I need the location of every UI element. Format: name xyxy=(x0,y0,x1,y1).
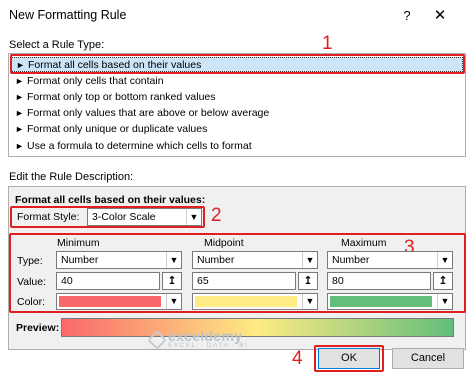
minimum-color-swatch xyxy=(59,296,161,307)
minimum-range-select-icon[interactable]: ↥ xyxy=(162,272,182,290)
column-header-maximum: Maximum xyxy=(341,237,387,249)
midpoint-color-picker[interactable]: ▼ xyxy=(192,293,318,310)
help-button[interactable]: ? xyxy=(398,6,416,26)
chevron-down-icon: ▼ xyxy=(437,294,452,309)
annotation-box-4 xyxy=(314,345,384,372)
minimum-type-select[interactable]: Number ▼ xyxy=(56,251,182,269)
annotation-number-1: 1 xyxy=(322,33,333,54)
maximum-color-picker[interactable]: ▼ xyxy=(327,293,453,310)
column-header-midpoint: Midpoint xyxy=(204,237,244,249)
value-row-label: Value: xyxy=(17,276,46,288)
chevron-down-icon: ▼ xyxy=(166,252,181,268)
chevron-down-icon: ▼ xyxy=(302,294,317,309)
type-row-label: Type: xyxy=(17,255,43,267)
annotation-number-4: 4 xyxy=(292,348,303,369)
watermark: exceldemy EXCEL · DATA · BI xyxy=(168,328,248,349)
dialog-title: New Formatting Rule xyxy=(9,8,127,22)
rule-description-label: Edit the Rule Description: xyxy=(9,171,134,183)
rule-item-unique-duplicate[interactable]: ► Format only unique or duplicate values xyxy=(15,122,207,137)
close-button[interactable]: ✕ xyxy=(430,6,450,26)
cancel-button[interactable]: Cancel xyxy=(392,348,464,369)
arrow-right-icon: ► xyxy=(15,92,24,102)
annotation-number-2: 2 xyxy=(211,205,222,226)
maximum-color-swatch xyxy=(330,296,432,307)
rule-item-top-bottom[interactable]: ► Format only top or bottom ranked values xyxy=(15,90,216,105)
chevron-down-icon: ▼ xyxy=(302,252,317,268)
arrow-right-icon: ► xyxy=(15,124,24,134)
midpoint-color-swatch xyxy=(195,296,297,307)
midpoint-range-select-icon[interactable]: ↥ xyxy=(298,272,318,290)
preview-gradient xyxy=(61,318,454,337)
midpoint-value-input[interactable]: 65 xyxy=(192,272,296,290)
minimum-value-input[interactable]: 40 xyxy=(56,272,160,290)
minimum-color-picker[interactable]: ▼ xyxy=(56,293,182,310)
arrow-right-icon: ► xyxy=(15,141,24,151)
rule-item-formula[interactable]: ► Use a formula to determine which cells … xyxy=(15,139,252,154)
maximum-range-select-icon[interactable]: ↥ xyxy=(433,272,453,290)
color-row-label: Color: xyxy=(17,296,46,308)
annotation-box-1 xyxy=(10,54,465,74)
maximum-type-select[interactable]: Number ▼ xyxy=(327,251,453,269)
maximum-value-input[interactable]: 80 xyxy=(327,272,431,290)
description-heading: Format all cells based on their values: xyxy=(15,194,206,206)
preview-label: Preview: xyxy=(16,322,60,334)
rule-item-cells-contain[interactable]: ► Format only cells that contain xyxy=(15,74,164,89)
arrow-right-icon: ► xyxy=(15,76,24,86)
chevron-down-icon: ▼ xyxy=(437,252,452,268)
column-header-minimum: Minimum xyxy=(57,237,100,249)
rule-type-label: Select a Rule Type: xyxy=(9,39,105,51)
watermark-tagline: EXCEL · DATA · BI xyxy=(168,342,249,349)
chevron-down-icon: ▼ xyxy=(166,294,181,309)
annotation-box-2 xyxy=(10,206,205,228)
rule-item-above-below-average[interactable]: ► Format only values that are above or be… xyxy=(15,106,269,121)
midpoint-type-select[interactable]: Number ▼ xyxy=(192,251,318,269)
arrow-right-icon: ► xyxy=(15,108,24,118)
